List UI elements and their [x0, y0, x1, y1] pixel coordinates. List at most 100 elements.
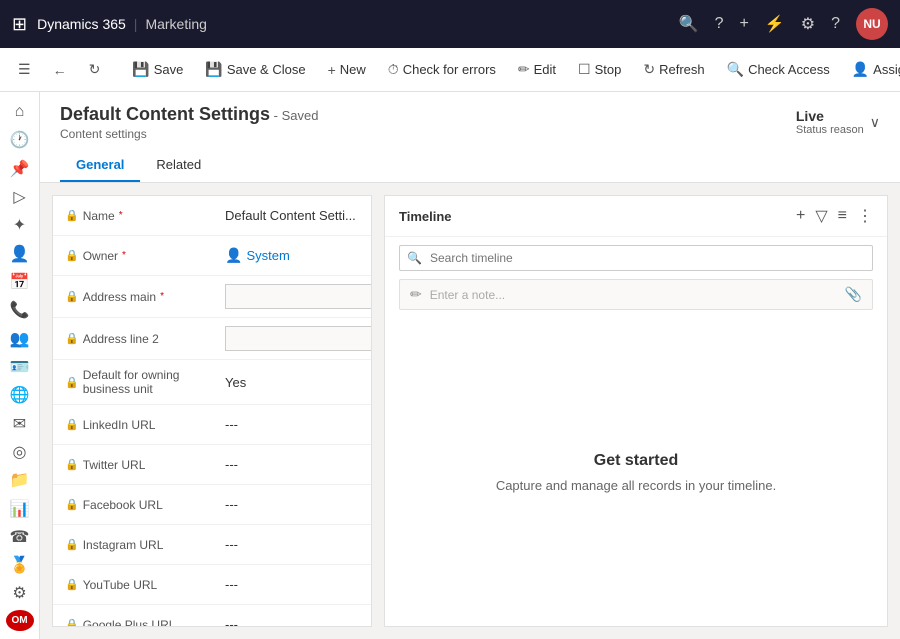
sidebar-recent[interactable]: 🕐 — [4, 128, 36, 152]
refresh-icon: ↻ — [643, 61, 655, 78]
note-placeholder-text: Enter a note... — [430, 288, 837, 302]
page-subtitle: Content settings — [60, 127, 318, 141]
brand-area: Dynamics 365 | Marketing — [37, 16, 207, 32]
field-linkedin: 🔒 LinkedIn URL --- — [53, 405, 371, 445]
save-close-button[interactable]: 💾 Save & Close — [195, 55, 315, 84]
timeline-actions: + ▽ ≡ ⋮ — [796, 206, 873, 226]
stop-button[interactable]: ☐ Stop — [568, 55, 631, 84]
sidebar-chart[interactable]: 📊 — [4, 496, 36, 520]
top-navigation: ⊞ Dynamics 365 | Marketing 🔍 ? + ⚡ ⚙ ? N… — [0, 0, 900, 48]
save-button[interactable]: 💾 Save — [122, 55, 193, 84]
check-access-icon: 🔍 — [727, 61, 744, 78]
sidebar-calendar[interactable]: 📅 — [4, 270, 36, 294]
timeline-search: 🔍 — [399, 245, 873, 271]
page-status[interactable]: Live Status reason ∨ — [796, 104, 880, 140]
title-area: Default Content Settings - Saved Content… — [60, 104, 318, 141]
lock-icon-tw: 🔒 — [65, 458, 79, 471]
apps-grid-icon[interactable]: ⊞ — [12, 14, 27, 35]
form-area: 🔒 Name * Default Content Setti... 🔒 Owne… — [40, 183, 900, 639]
sidebar-profile[interactable]: 🪪 — [4, 355, 36, 379]
sidebar-pin[interactable]: 📌 — [4, 157, 36, 181]
hamburger-icon: ☰ — [18, 61, 31, 78]
refresh-nav-icon: ↻ — [89, 61, 101, 78]
assign-icon: 👤 — [852, 61, 869, 78]
brand-name: Dynamics 365 — [37, 16, 126, 32]
status-chevron-icon[interactable]: ∨ — [870, 114, 880, 131]
field-youtube-value: --- — [225, 577, 359, 592]
timeline-more-icon[interactable]: ⋮ — [857, 206, 873, 226]
timeline-empty-state: Get started Capture and manage all recor… — [385, 318, 887, 626]
sidebar-phone[interactable]: 📞 — [4, 298, 36, 322]
timeline-add-icon[interactable]: + — [796, 207, 805, 225]
sidebar-settings[interactable]: ⚙ — [4, 581, 36, 605]
refresh-button[interactable]: ↻ Refresh — [633, 55, 714, 84]
field-facebook: 🔒 Facebook URL --- — [53, 485, 371, 525]
timeline-filter-icon[interactable]: ▽ — [815, 206, 827, 226]
question-icon[interactable]: ? — [831, 15, 840, 33]
sidebar-play[interactable]: ▷ — [4, 185, 36, 209]
sidebar-contacts[interactable]: 👤 — [4, 242, 36, 266]
field-linkedin-value: --- — [225, 417, 359, 432]
field-default-owning: 🔒 Default for owning business unit Yes — [53, 360, 371, 405]
hamburger-button[interactable]: ☰ — [8, 55, 41, 84]
new-button[interactable]: + New — [318, 56, 376, 84]
address-main-input[interactable] — [225, 284, 372, 309]
edit-icon: ✏ — [518, 61, 530, 78]
assign-button[interactable]: 👤 Assign — [842, 55, 900, 84]
note-attach-icon[interactable]: 📎 — [845, 286, 862, 303]
page-header-top: Default Content Settings - Saved Content… — [60, 104, 880, 141]
field-twitter: 🔒 Twitter URL --- — [53, 445, 371, 485]
check-errors-button[interactable]: ⏱ Check for errors — [378, 55, 506, 84]
timeline-title: Timeline — [399, 209, 452, 224]
help-icon[interactable]: ? — [715, 15, 724, 33]
field-owner-value[interactable]: 👤 System — [225, 247, 290, 264]
lock-icon-owner: 🔒 — [65, 249, 79, 262]
sidebar-globe[interactable]: 🌐 — [4, 383, 36, 407]
timeline-list-icon[interactable]: ≡ — [838, 207, 847, 225]
timeline-search-icon: 🔍 — [407, 251, 422, 265]
field-owner: 🔒 Owner * 👤 System — [53, 236, 371, 276]
add-icon[interactable]: + — [739, 15, 748, 33]
sidebar-badge[interactable]: 🏅 — [4, 553, 36, 577]
field-youtube: 🔒 YouTube URL --- — [53, 565, 371, 605]
lock-icon-addr2: 🔒 — [65, 332, 79, 345]
sidebar-om[interactable]: OM — [6, 610, 34, 631]
timeline-search-input[interactable] — [399, 245, 873, 271]
lock-icon: 🔒 — [65, 209, 79, 222]
user-avatar[interactable]: NU — [856, 8, 888, 40]
tab-related[interactable]: Related — [140, 149, 217, 182]
sidebar-mail[interactable]: ✉ — [4, 411, 36, 435]
field-googleplus: 🔒 Google Plus URL --- — [53, 605, 371, 627]
back-button[interactable]: ← — [43, 56, 77, 84]
field-address2: 🔒 Address line 2 — [53, 318, 371, 360]
sidebar-sparkle[interactable]: ✦ — [4, 213, 36, 237]
sidebar-phone2[interactable]: ☎ — [4, 525, 36, 549]
owner-user-icon: 👤 — [225, 247, 242, 264]
timeline-empty-title: Get started — [594, 452, 678, 470]
save-icon: 💾 — [132, 61, 149, 78]
sidebar-people[interactable]: 👥 — [4, 327, 36, 351]
form-panel: 🔒 Name * Default Content Setti... 🔒 Owne… — [52, 195, 372, 627]
check-errors-icon: ⏱ — [388, 61, 399, 78]
sidebar-circle[interactable]: ◎ — [4, 440, 36, 464]
check-access-button[interactable]: 🔍 Check Access — [717, 55, 840, 84]
gear-icon[interactable]: ⚙ — [801, 14, 815, 34]
filter-icon[interactable]: ⚡ — [765, 14, 785, 34]
timeline-note-area[interactable]: ✏ Enter a note... 📎 — [399, 279, 873, 310]
timeline-header: Timeline + ▽ ≡ ⋮ — [385, 196, 887, 237]
search-icon[interactable]: 🔍 — [679, 14, 699, 34]
field-facebook-value: --- — [225, 497, 359, 512]
command-bar: ☰ ← ↻ 💾 Save 💾 Save & Close + New ⏱ Chec… — [0, 48, 900, 92]
new-icon: + — [328, 62, 336, 78]
tab-general[interactable]: General — [60, 149, 140, 182]
address-line2-input[interactable] — [225, 326, 372, 351]
sidebar-home[interactable]: ⌂ — [4, 100, 36, 124]
page-title: Default Content Settings - Saved — [60, 104, 318, 125]
note-pencil-icon: ✏ — [410, 286, 422, 303]
sidebar-folder[interactable]: 📁 — [4, 468, 36, 492]
lock-icon-yt: 🔒 — [65, 578, 79, 591]
field-address-main: 🔒 Address main * — [53, 276, 371, 318]
edit-button[interactable]: ✏ Edit — [508, 55, 566, 84]
refresh-nav-button[interactable]: ↻ — [79, 55, 111, 84]
lock-icon-ig: 🔒 — [65, 538, 79, 551]
